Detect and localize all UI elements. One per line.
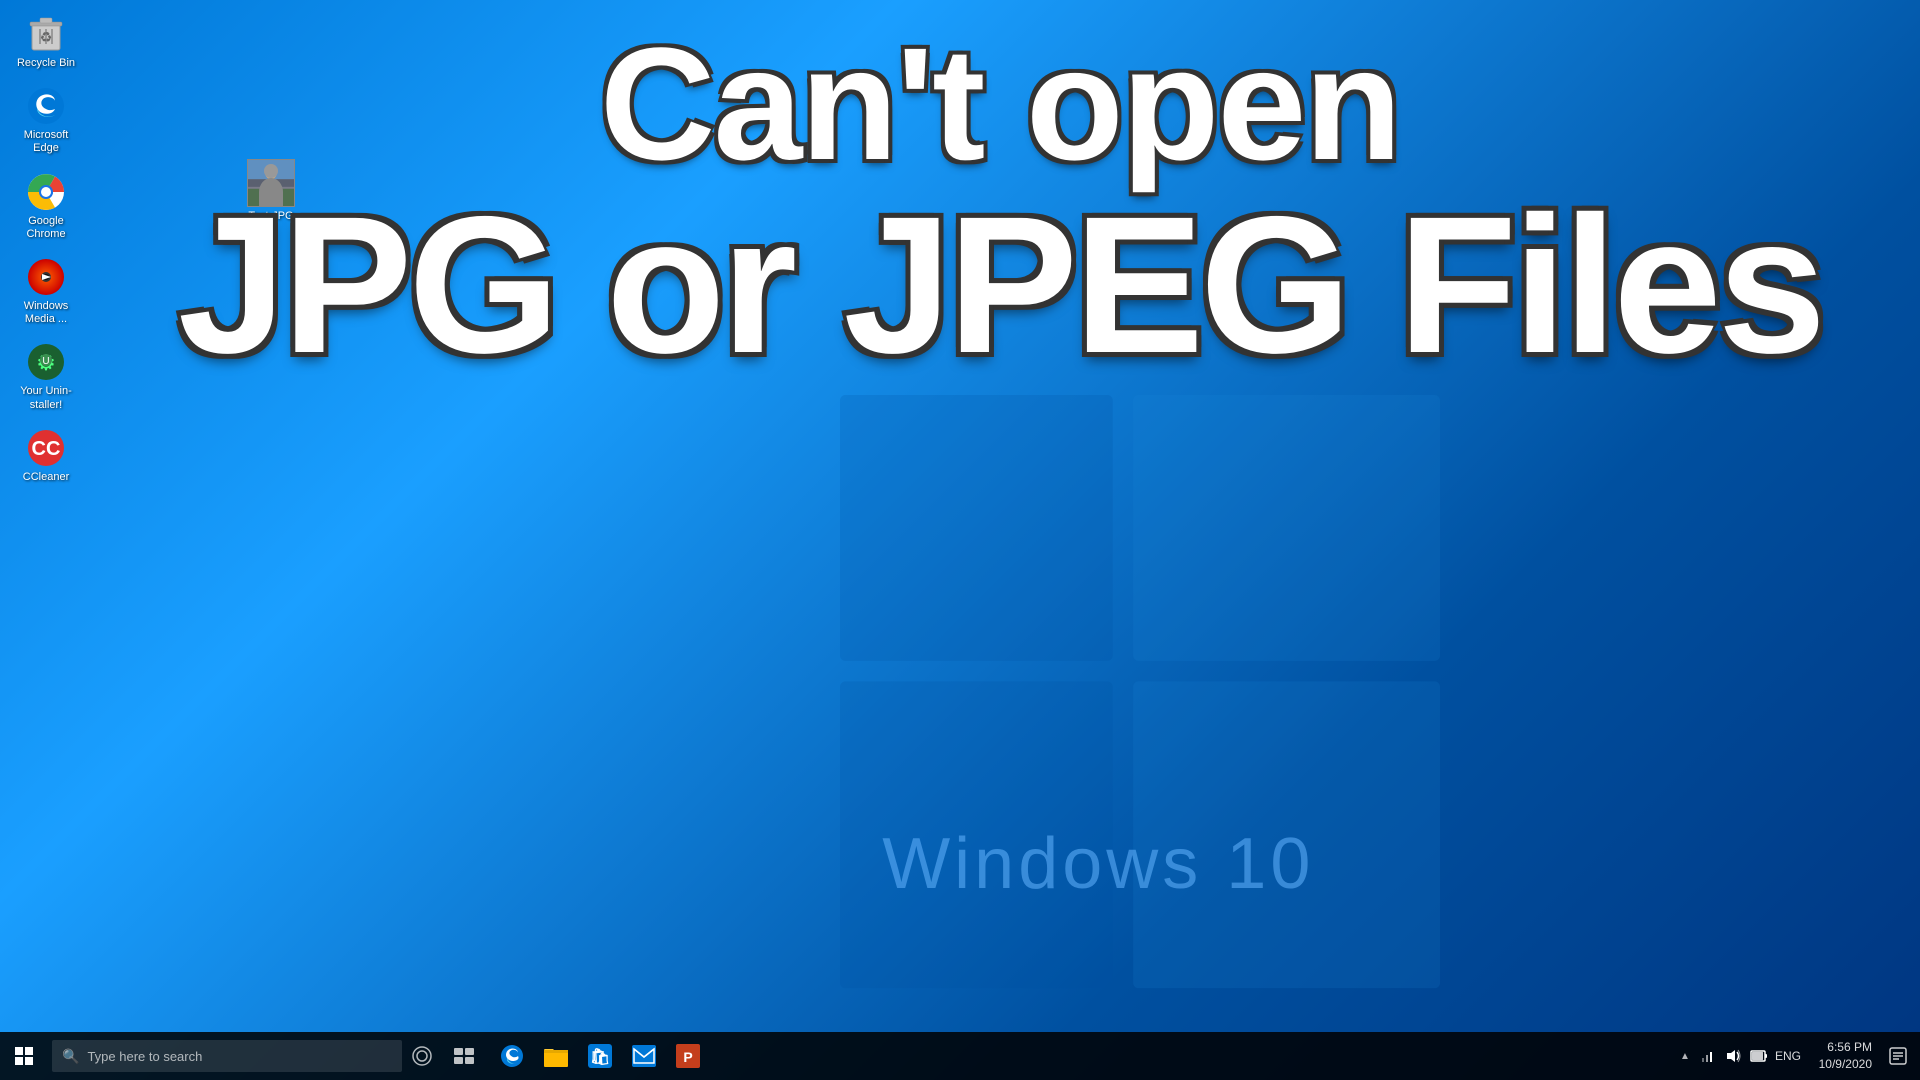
svg-text:P: P bbox=[683, 1049, 692, 1065]
recycle-bin-label: Recycle Bin bbox=[17, 57, 75, 70]
tray-network-icon[interactable] bbox=[1695, 1032, 1719, 1080]
cortana-button[interactable] bbox=[402, 1032, 442, 1080]
tray-notification-center[interactable] bbox=[1880, 1032, 1916, 1080]
svg-text:🛍: 🛍 bbox=[590, 1048, 610, 1066]
svg-text:U: U bbox=[42, 356, 49, 367]
desktop-icon-media[interactable]: Windows Media ... bbox=[10, 253, 82, 330]
tray-language[interactable]: ENG bbox=[1771, 1032, 1805, 1080]
svg-text:♻: ♻ bbox=[40, 29, 53, 45]
tray-date: 10/9/2020 bbox=[1819, 1056, 1872, 1073]
tray-icons-container bbox=[1695, 1032, 1771, 1080]
overlay-line1: Can't open bbox=[130, 20, 1870, 188]
chrome-label: Google Chrome bbox=[14, 215, 78, 241]
desktop-icon-ccleaner[interactable]: CC CCleaner bbox=[10, 424, 82, 488]
taskbar-apps: 🛍 P bbox=[486, 1032, 1675, 1080]
desktop-icon-test-jpg[interactable]: Test-JPG bbox=[235, 155, 307, 226]
recycle-bin-icon: ♻ bbox=[26, 14, 66, 54]
desktop-icon-edge[interactable]: Microsoft Edge bbox=[10, 82, 82, 159]
ccleaner-label: CCleaner bbox=[23, 471, 69, 484]
taskbar-app-powerpoint[interactable]: P bbox=[666, 1032, 710, 1080]
test-jpg-thumbnail bbox=[247, 159, 295, 207]
tray-time: 6:56 PM bbox=[1827, 1039, 1872, 1056]
desktop-icon-chrome[interactable]: Google Chrome bbox=[10, 168, 82, 245]
media-icon bbox=[26, 257, 66, 297]
tray-battery-icon[interactable] bbox=[1747, 1032, 1771, 1080]
start-button[interactable] bbox=[0, 1032, 48, 1080]
chrome-icon bbox=[26, 172, 66, 212]
taskbar-app-mail[interactable] bbox=[622, 1032, 666, 1080]
taskbar-app-file-explorer[interactable] bbox=[534, 1032, 578, 1080]
search-placeholder-text: Type here to search bbox=[87, 1049, 392, 1064]
overlay-line2: JPG or JPEG Files bbox=[130, 188, 1870, 383]
overlay-text-container: Can't open JPG or JPEG Files bbox=[130, 20, 1870, 383]
tray-show-hidden-icon[interactable]: ▲ bbox=[1675, 1032, 1695, 1080]
windows10-text-watermark: Windows 10 bbox=[882, 823, 1314, 905]
media-label: Windows Media ... bbox=[14, 300, 78, 326]
windows-logo-watermark bbox=[840, 395, 1440, 1000]
desktop-icon-recycle-bin[interactable]: ♻ Recycle Bin bbox=[10, 10, 82, 74]
tray-volume-icon[interactable] bbox=[1721, 1032, 1745, 1080]
edge-icon bbox=[26, 86, 66, 126]
uninstaller-icon: ⚙ U bbox=[26, 342, 66, 382]
taskbar: 🔍 Type here to search bbox=[0, 1032, 1920, 1080]
search-icon: 🔍 bbox=[62, 1048, 79, 1065]
taskbar-search[interactable]: 🔍 Type here to search bbox=[52, 1040, 402, 1072]
desktop-icon-uninstaller[interactable]: ⚙ U Your Unin-staller! bbox=[10, 338, 82, 415]
taskbar-app-edge[interactable] bbox=[490, 1032, 534, 1080]
ccleaner-icon: CC bbox=[26, 428, 66, 468]
test-jpg-label: Test-JPG bbox=[248, 210, 293, 222]
taskbar-app-store[interactable]: 🛍 bbox=[578, 1032, 622, 1080]
uninstaller-label: Your Unin-staller! bbox=[14, 385, 78, 411]
edge-label: Microsoft Edge bbox=[14, 129, 78, 155]
tray-clock[interactable]: 6:56 PM 10/9/2020 bbox=[1805, 1032, 1880, 1080]
desktop-icons-container: ♻ Recycle Bin Microsoft Edge bbox=[10, 10, 82, 488]
system-tray: ▲ bbox=[1675, 1032, 1920, 1080]
task-view-button[interactable] bbox=[442, 1032, 486, 1080]
svg-text:CC: CC bbox=[32, 438, 61, 460]
